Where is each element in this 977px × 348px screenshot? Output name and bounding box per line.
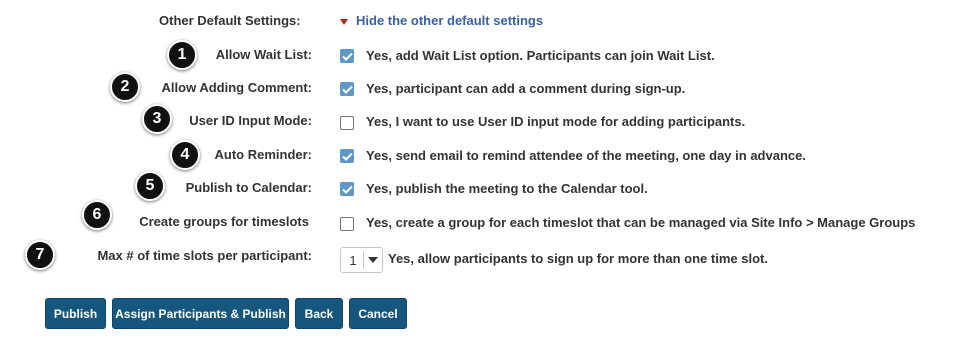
step-badge-1: 1: [167, 40, 197, 70]
auto-reminder-text: Yes, send email to remind attendee of th…: [366, 148, 806, 163]
checkmark-icon: [341, 185, 353, 194]
step-badge-7: 7: [25, 240, 55, 270]
step-badge-2: 2: [110, 72, 140, 102]
hide-default-settings-link[interactable]: Hide the other default settings: [340, 13, 543, 29]
allow-wait-list-checkbox[interactable]: [340, 49, 354, 63]
user-id-input-mode-label: User ID Input Mode:: [189, 113, 312, 128]
chevron-down-icon: [364, 257, 382, 263]
step-badge-5: 5: [135, 171, 165, 201]
allow-wait-list-label: Allow Wait List:: [215, 47, 312, 62]
publish-to-calendar-label: Publish to Calendar:: [185, 180, 312, 195]
allow-wait-list-text: Yes, add Wait List option. Participants …: [366, 48, 715, 63]
max-time-slots-value: 1: [349, 252, 357, 268]
max-time-slots-text: Yes, allow participants to sign up for m…: [388, 251, 768, 266]
hide-default-settings-link-text: Hide the other default settings: [356, 13, 544, 28]
back-button[interactable]: Back: [295, 298, 343, 329]
user-id-input-mode-text: Yes, I want to use User ID input mode fo…: [366, 114, 746, 129]
max-time-slots-label: Max # of time slots per participant:: [97, 248, 312, 263]
checkmark-icon: [341, 52, 353, 61]
auto-reminder-checkbox[interactable]: [340, 149, 354, 163]
publish-button[interactable]: Publish: [45, 298, 106, 329]
step-badge-3: 3: [142, 104, 172, 134]
auto-reminder-label: Auto Reminder:: [214, 147, 313, 162]
max-time-slots-select[interactable]: 1: [340, 247, 383, 273]
create-groups-label: Create groups for timeslots: [139, 214, 309, 229]
checkmark-icon: [341, 85, 353, 94]
user-id-input-mode-checkbox[interactable]: [340, 116, 354, 130]
publish-to-calendar-text: Yes, publish the meeting to the Calendar…: [366, 181, 648, 196]
checkmark-icon: [341, 152, 353, 161]
assign-participants-publish-button[interactable]: Assign Participants & Publish: [112, 298, 289, 329]
step-badge-4: 4: [170, 140, 200, 170]
cancel-button[interactable]: Cancel: [349, 298, 407, 329]
allow-adding-comment-text: Yes, participant can add a comment durin…: [366, 81, 686, 96]
allow-adding-comment-label: Allow Adding Comment:: [161, 80, 312, 95]
allow-adding-comment-checkbox[interactable]: [340, 82, 354, 96]
create-groups-text: Yes, create a group for each timeslot th…: [366, 215, 916, 230]
create-groups-checkbox[interactable]: [340, 217, 354, 231]
step-badge-6: 6: [82, 200, 112, 230]
other-default-settings-label: Other Default Settings:: [159, 13, 301, 28]
publish-to-calendar-checkbox[interactable]: [340, 182, 354, 196]
caret-down-icon: [340, 18, 348, 25]
